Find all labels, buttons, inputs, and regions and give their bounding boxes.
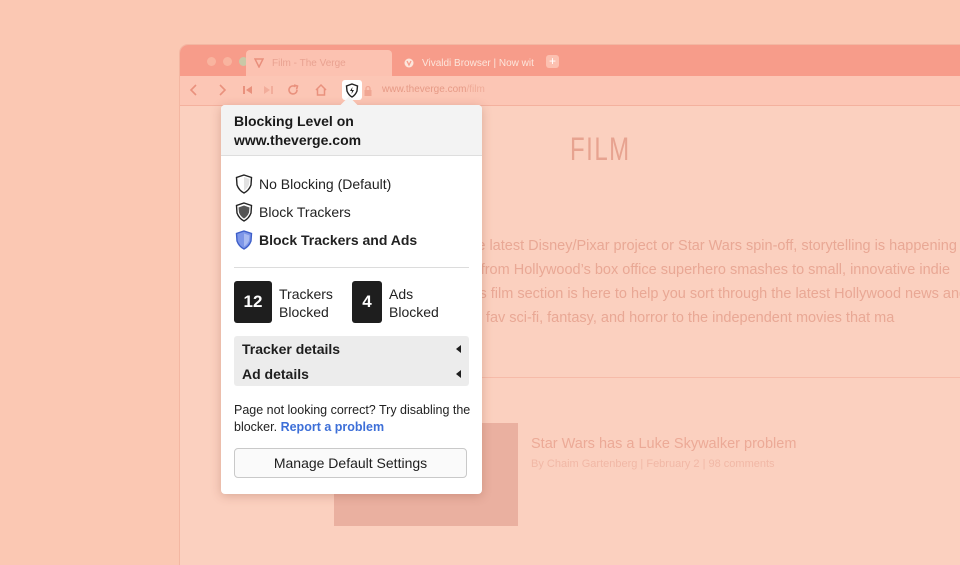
ads-count-badge: 4 — [352, 281, 382, 323]
tab-label: Film - The Verge — [272, 57, 346, 69]
ad-details-toggle[interactable]: Ad details — [242, 361, 461, 386]
expand-arrow-icon — [456, 369, 461, 378]
tab-label: Vivaldi Browser | Now wit — [422, 57, 534, 69]
stat-label-line2: Blocked — [279, 304, 329, 320]
stat-label-line1: Trackers — [279, 286, 333, 302]
shield-icon — [345, 82, 359, 98]
rewind-icon[interactable] — [240, 82, 256, 98]
tab-film-the-verge[interactable]: Film - The Verge — [246, 50, 392, 76]
manage-default-settings-button[interactable]: Manage Default Settings — [234, 448, 467, 478]
blocker-popup: Blocking Level on www.theverge.com No Bl… — [221, 96, 482, 494]
address-domain: www.theverge.com — [382, 84, 467, 95]
back-icon[interactable] — [186, 82, 202, 98]
tab-bar: Film - The Verge Vivaldi Browser | Now w… — [180, 45, 960, 76]
navigation-toolbar: www.theverge.com/film — [180, 76, 960, 106]
option-label: Block Trackers — [259, 204, 351, 220]
option-no-blocking[interactable]: No Blocking (Default) — [235, 173, 391, 195]
popup-heading: Blocking Level on www.theverge.com — [234, 113, 362, 148]
verge-icon — [254, 58, 264, 68]
option-suffix: (Default) — [337, 176, 392, 192]
option-block-trackers[interactable]: Block Trackers — [235, 201, 351, 223]
tab-vivaldi-browser[interactable]: Vivaldi Browser | Now wit — [396, 50, 536, 76]
close-window-button[interactable] — [207, 57, 216, 66]
content-blocker-button[interactable] — [342, 80, 362, 100]
help-note: Page not looking correct? Try disabling … — [234, 402, 474, 435]
tracker-details-toggle[interactable]: Tracker details — [242, 336, 461, 361]
reload-icon[interactable] — [285, 82, 301, 98]
shield-outline-icon — [235, 174, 253, 194]
option-label: No Blocking — [259, 176, 334, 192]
shield-half-icon — [235, 202, 253, 222]
details-label: Tracker details — [242, 340, 341, 357]
expand-arrow-icon — [456, 344, 461, 353]
forward-icon[interactable] — [214, 82, 230, 98]
vivaldi-icon — [404, 58, 414, 68]
trackers-blocked-stat: 12 Trackers Blocked — [234, 281, 333, 323]
shield-full-icon — [235, 230, 253, 250]
details-label: Ad details — [242, 365, 309, 382]
popup-header: Blocking Level on www.theverge.com — [221, 105, 482, 156]
article-title[interactable]: Star Wars has a Luke Skywalker problem — [531, 436, 796, 452]
popup-divider — [234, 267, 469, 268]
stat-label-line2: Blocked — [389, 304, 439, 320]
report-problem-link[interactable]: Report a problem — [281, 420, 385, 434]
option-block-trackers-and-ads[interactable]: Block Trackers and Ads — [235, 229, 417, 251]
ads-blocked-stat: 4 Ads Blocked — [352, 281, 439, 323]
trackers-count-badge: 12 — [234, 281, 272, 323]
home-icon[interactable] — [313, 82, 329, 98]
article-meta: By Chaim Gartenberg | February 2 | 98 co… — [531, 458, 775, 470]
address-bar[interactable]: www.theverge.com/film — [382, 84, 485, 95]
stat-label-line1: Ads — [389, 286, 414, 302]
option-label: Block Trackers and Ads — [259, 232, 418, 248]
page-title: FILM — [570, 131, 631, 167]
minimize-window-button[interactable] — [223, 57, 232, 66]
address-path: /film — [466, 84, 485, 95]
new-tab-button[interactable]: + — [546, 55, 559, 68]
fast-forward-icon[interactable] — [260, 82, 276, 98]
details-panel: Tracker details Ad details — [234, 336, 469, 386]
lock-icon — [360, 83, 376, 99]
